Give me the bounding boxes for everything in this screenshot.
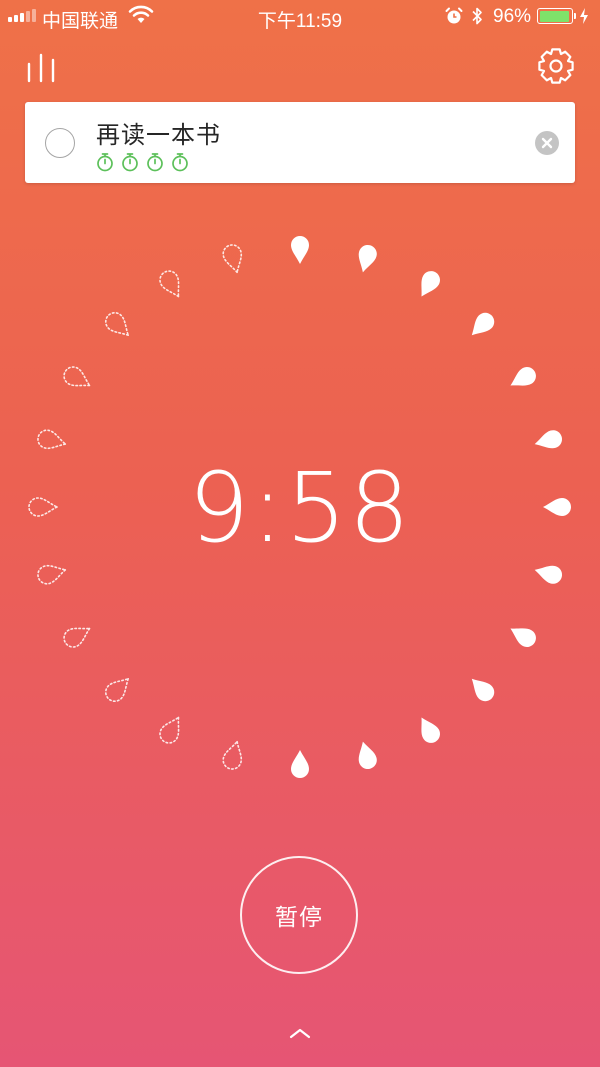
task-complete-checkbox[interactable]: [45, 128, 75, 158]
gear-icon: [538, 48, 574, 84]
stopwatch-icon: [172, 153, 188, 172]
progress-drop: [159, 715, 180, 744]
timer-display: 9:58: [188, 452, 412, 564]
progress-drop: [222, 739, 243, 770]
progress-drop: [63, 366, 92, 387]
clear-task-button[interactable]: [535, 131, 559, 155]
progress-drop: [104, 311, 130, 337]
progress-drop: [358, 741, 377, 770]
progress-drop: [471, 678, 495, 702]
battery-percent: 96%: [493, 6, 532, 27]
progress-drop: [291, 750, 309, 778]
progress-drop: [291, 236, 309, 264]
progress-drop: [104, 677, 130, 703]
pomodoro-count: [96, 152, 189, 172]
progress-drop: [534, 430, 563, 449]
clear-icon: [541, 137, 553, 149]
progress-drop: [471, 312, 495, 336]
chevron-up-icon[interactable]: [288, 1026, 312, 1040]
bar-chart-icon: [27, 53, 55, 83]
settings-button[interactable]: [536, 46, 576, 86]
battery-icon: [537, 8, 576, 24]
stopwatch-icon: [122, 153, 138, 172]
progress-drop: [159, 270, 180, 299]
task-card[interactable]: 再读一本书: [25, 102, 575, 183]
progress-drop: [37, 429, 68, 450]
progress-drop: [37, 564, 68, 585]
progress-drop: [222, 244, 243, 275]
status-bar: 中国联通 下午11:59 96%: [0, 0, 600, 34]
bluetooth-icon: [472, 7, 482, 25]
task-title: 再读一本书: [96, 122, 221, 149]
progress-drop: [421, 717, 440, 743]
progress-drop: [510, 628, 536, 647]
progress-drop: [358, 244, 377, 273]
pause-button[interactable]: 暂停: [240, 856, 358, 974]
charging-icon: [580, 8, 588, 24]
stopwatch-icon: [147, 153, 163, 172]
statistics-button[interactable]: [24, 52, 60, 84]
progress-drop: [421, 271, 440, 297]
alarm-icon: [445, 7, 463, 24]
stopwatch-icon: [97, 153, 113, 172]
pause-label: 暂停: [275, 904, 323, 930]
progress-drop: [63, 627, 92, 648]
progress-drop: [534, 565, 563, 584]
progress-drop: [510, 367, 536, 386]
